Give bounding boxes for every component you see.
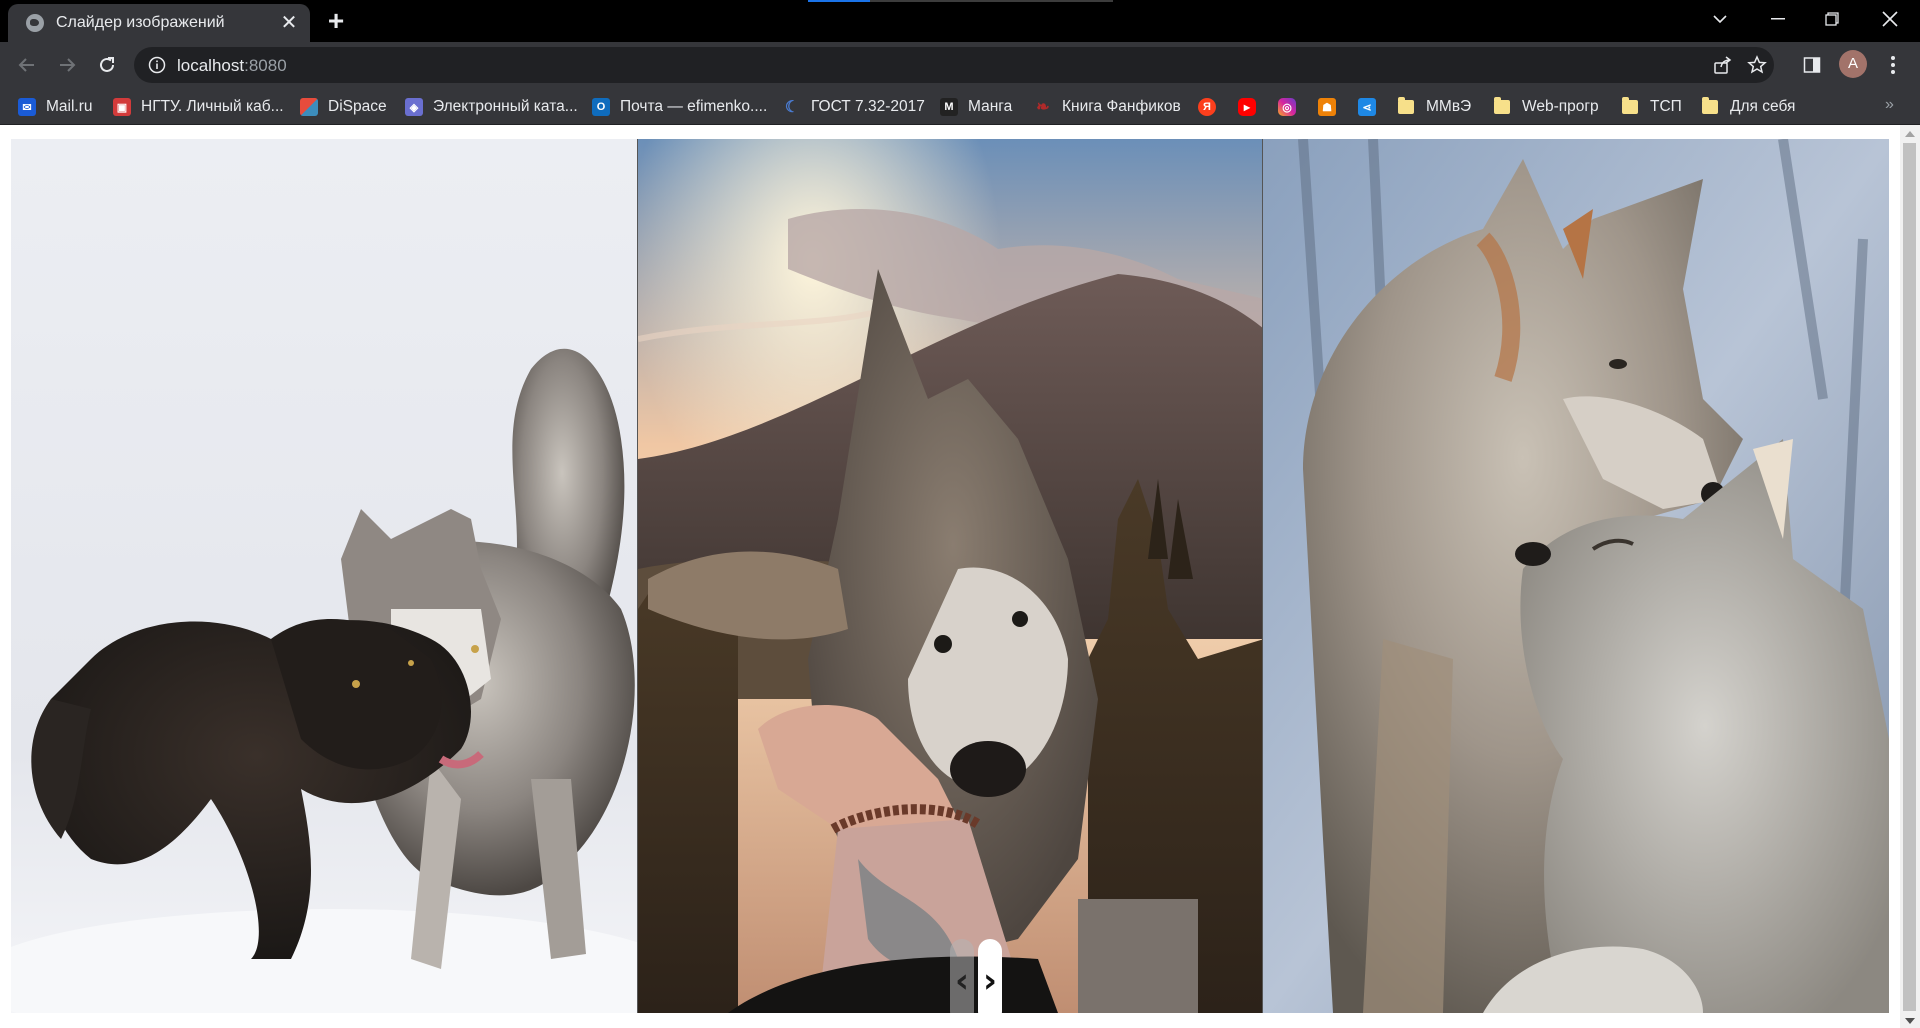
- restore-button[interactable]: [1806, 0, 1858, 38]
- browser-tab[interactable]: Слайдер изображений ✕: [8, 4, 310, 42]
- bookmark-dispace[interactable]: DiSpace: [300, 96, 387, 118]
- more-bookmarks-icon[interactable]: »: [1885, 96, 1894, 114]
- ficbook-icon: ❧: [1036, 99, 1050, 116]
- bookmark-label: Манга: [968, 98, 1013, 115]
- new-tab-button[interactable]: +: [322, 7, 350, 36]
- bookmarks-bar: ✉ Mail.ru ▣ НГТУ. Личный каб... DiSpace …: [0, 88, 1920, 125]
- bookmark-folder-mmve[interactable]: ММвЭ: [1398, 96, 1471, 118]
- dispace-icon: [300, 98, 318, 116]
- close-window-button[interactable]: [1864, 0, 1916, 38]
- ngtu-icon: ▣: [113, 98, 131, 116]
- close-tab-icon[interactable]: ✕: [278, 12, 300, 34]
- bookmark-ficbook[interactable]: ❧ Книга Фанфиков: [1034, 96, 1181, 118]
- profile-avatar[interactable]: A: [1839, 50, 1867, 78]
- browser-titlebar: Слайдер изображений ✕ +: [0, 0, 1920, 42]
- bookmark-label: Почта — efimenko....: [620, 98, 768, 115]
- side-panel-icon[interactable]: [1797, 50, 1827, 80]
- bookmark-yandex[interactable]: Я: [1198, 96, 1216, 118]
- bookmark-youtube[interactable]: ▶: [1238, 96, 1256, 118]
- bookmark-folder-tsp[interactable]: ТСП: [1622, 96, 1682, 118]
- bookmark-catalog[interactable]: ◈ Электронный ката...: [405, 96, 578, 118]
- tab-search-chevron-icon[interactable]: [1694, 0, 1746, 38]
- globe-icon: [26, 14, 44, 32]
- bookmark-gost[interactable]: ☾ ГОСТ 7.32-2017: [783, 96, 925, 118]
- ok-icon: ☗: [1318, 98, 1336, 116]
- url-text: localhost:8080: [177, 56, 287, 75]
- catalog-icon: ◈: [405, 98, 423, 116]
- browser-toolbar: localhost:8080 A: [0, 42, 1920, 88]
- loading-indicator: [808, 0, 1113, 2]
- bookmark-instagram[interactable]: ◎: [1278, 96, 1296, 118]
- page-scrollbar[interactable]: [1900, 125, 1920, 1028]
- bookmark-label: Электронный ката...: [433, 98, 578, 115]
- folder-icon: [1494, 97, 1510, 114]
- bookmark-folder-personal[interactable]: Для себя: [1702, 96, 1795, 118]
- slider-prev-button[interactable]: ‹: [950, 939, 974, 1013]
- instagram-icon: ◎: [1278, 98, 1296, 116]
- site-info-icon[interactable]: [148, 56, 166, 79]
- slider-controls: ‹ ›: [950, 939, 1002, 1013]
- image-slider: ‹ ›: [11, 139, 1889, 1013]
- forward-button[interactable]: [52, 50, 82, 80]
- bookmark-manga[interactable]: M Манга: [940, 96, 1012, 118]
- folder-icon: [1622, 97, 1638, 114]
- bookmark-ngtu[interactable]: ▣ НГТУ. Личный каб...: [113, 96, 284, 118]
- bookmark-label: НГТУ. Личный каб...: [141, 98, 284, 115]
- folder-icon: [1702, 97, 1718, 114]
- bookmark-label: Web-прогр: [1522, 98, 1599, 115]
- share-icon: ⋖: [1358, 98, 1376, 116]
- bookmark-share[interactable]: ⋖: [1358, 96, 1376, 118]
- back-button[interactable]: [12, 50, 42, 80]
- bookmark-label: Mail.ru: [46, 98, 93, 115]
- slide-grey-wolves: [1263, 139, 1889, 1013]
- tab-title: Слайдер изображений: [56, 14, 225, 31]
- page-viewport: ‹ ›: [0, 125, 1900, 1028]
- bookmark-label: Для себя: [1730, 98, 1796, 115]
- minimize-button[interactable]: [1752, 0, 1804, 38]
- scroll-down-arrow[interactable]: [1905, 1018, 1915, 1024]
- manga-icon: M: [940, 98, 958, 116]
- bookmark-label: Книга Фанфиков: [1062, 98, 1181, 115]
- scrollbar-thumb[interactable]: [1903, 143, 1916, 1011]
- slider-next-button[interactable]: ›: [978, 939, 1002, 1013]
- bookmark-outlook[interactable]: O Почта — efimenko....: [592, 96, 767, 118]
- bookmark-label: ММвЭ: [1426, 98, 1472, 115]
- slide-wolves-snow: [11, 139, 637, 1013]
- address-bar[interactable]: localhost:8080: [134, 47, 1774, 83]
- bookmark-ok[interactable]: ☗: [1318, 96, 1336, 118]
- share-page-icon[interactable]: [1708, 50, 1738, 80]
- bookmark-label: ГОСТ 7.32-2017: [811, 98, 925, 115]
- outlook-icon: O: [592, 98, 610, 116]
- menu-kebab-icon[interactable]: [1878, 50, 1908, 80]
- gost-icon: ☾: [784, 99, 800, 116]
- yandex-icon: Я: [1198, 98, 1216, 116]
- mail-ru-icon: ✉: [18, 98, 36, 116]
- slide-dog-sunset: [637, 139, 1263, 1013]
- folder-icon: [1398, 97, 1414, 114]
- youtube-icon: ▶: [1238, 98, 1256, 116]
- bookmark-label: DiSpace: [328, 98, 387, 115]
- scroll-up-arrow[interactable]: [1905, 131, 1915, 137]
- bookmark-mail-ru[interactable]: ✉ Mail.ru: [18, 96, 93, 118]
- bookmark-label: ТСП: [1650, 98, 1682, 115]
- bookmark-folder-web[interactable]: Web-прогр: [1494, 96, 1599, 118]
- reload-button[interactable]: [92, 50, 122, 80]
- bookmark-star-icon[interactable]: [1742, 50, 1772, 80]
